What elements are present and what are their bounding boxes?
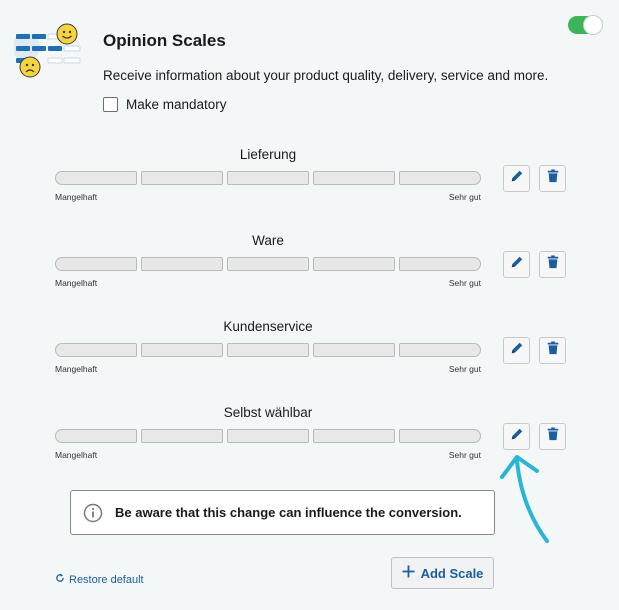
scale-segment (313, 171, 395, 185)
warning-text: Be aware that this change can influence … (115, 505, 462, 520)
opinion-scales-panel: Opinion Scales Receive information about… (0, 0, 619, 610)
scale-segment (55, 429, 137, 443)
scale-segment (227, 257, 309, 271)
pencil-icon (510, 169, 524, 188)
scale-bar (55, 171, 481, 185)
scale-segment (55, 257, 137, 271)
scale-segment (141, 429, 223, 443)
make-mandatory-label: Make mandatory (126, 97, 227, 112)
trash-icon (546, 255, 560, 274)
edit-scale-button[interactable] (503, 251, 530, 278)
info-icon (83, 503, 103, 523)
delete-scale-button[interactable] (539, 165, 566, 192)
pencil-icon (510, 255, 524, 274)
scale-segment (313, 257, 395, 271)
scale-low-label: Mangelhaft (55, 450, 98, 460)
edit-scale-button[interactable] (503, 337, 530, 364)
trash-icon (546, 341, 560, 360)
scale-segment (313, 343, 395, 357)
enable-toggle[interactable] (568, 15, 603, 35)
trash-icon (546, 427, 560, 446)
restore-default-label: Restore default (69, 573, 144, 586)
scale-segment (399, 257, 481, 271)
scale-bar (55, 257, 481, 271)
opinion-scales-illustration (12, 22, 84, 82)
scale-high-label: Sehr gut (448, 364, 481, 374)
page-title: Opinion Scales (103, 31, 226, 50)
delete-scale-button[interactable] (539, 251, 566, 278)
scale-low-label: Mangelhaft (55, 278, 98, 288)
add-scale-label: Add Scale (420, 565, 484, 581)
scale-low-label: Mangelhaft (55, 192, 98, 202)
scale-segment (227, 171, 309, 185)
make-mandatory-option[interactable]: Make mandatory (103, 97, 227, 112)
scale-segment (399, 171, 481, 185)
trash-icon (546, 169, 560, 188)
scale-title: Selbst wählbar (223, 405, 313, 420)
scale-high-label: Sehr gut (448, 450, 481, 460)
delete-scale-button[interactable] (539, 337, 566, 364)
toggle-knob (583, 15, 603, 35)
scale-segment (227, 429, 309, 443)
scale-segment (399, 343, 481, 357)
make-mandatory-checkbox[interactable] (103, 97, 118, 112)
pencil-icon (510, 341, 524, 360)
scale-title: Ware (252, 233, 284, 248)
annotation-arrow (495, 445, 565, 545)
scale-title: Lieferung (239, 147, 297, 162)
scale-segment (141, 343, 223, 357)
scale-segment (55, 171, 137, 185)
scale-bar (55, 343, 481, 357)
edit-scale-button[interactable] (503, 165, 530, 192)
description-text: Receive information about your product q… (103, 68, 549, 83)
scale-high-label: Sehr gut (448, 278, 481, 288)
conversion-warning: Be aware that this change can influence … (70, 490, 495, 535)
add-scale-button[interactable]: Add Scale (391, 557, 494, 589)
scale-segment (313, 429, 395, 443)
refresh-icon (55, 573, 65, 586)
restore-default-link[interactable]: Restore default (55, 573, 144, 586)
scale-high-label: Sehr gut (448, 192, 481, 202)
scale-low-label: Mangelhaft (55, 364, 98, 374)
scale-segment (227, 343, 309, 357)
scale-segment (55, 343, 137, 357)
scale-segment (141, 257, 223, 271)
scale-title: Kundenservice (223, 319, 313, 334)
scale-bar (55, 429, 481, 443)
scale-segment (141, 171, 223, 185)
pencil-icon (510, 427, 524, 446)
scale-segment (399, 429, 481, 443)
plus-icon (402, 565, 415, 581)
